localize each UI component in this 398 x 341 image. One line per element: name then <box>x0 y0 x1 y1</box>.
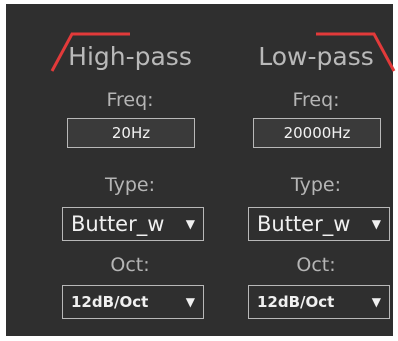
high-pass-section: High-pass Freq: 20Hz Type: Butter_w ▼ Oc… <box>50 4 210 336</box>
low-pass-title: Low-pass <box>258 42 374 71</box>
high-pass-type-value: Butter_w <box>71 212 165 236</box>
low-pass-type-select[interactable]: Butter_w ▼ <box>248 207 390 241</box>
chevron-down-icon[interactable]: ▼ <box>372 208 381 240</box>
high-pass-freq-label: Freq: <box>106 89 154 111</box>
chevron-down-icon[interactable]: ▼ <box>186 208 195 240</box>
low-pass-type-label: Type: <box>290 174 342 196</box>
low-pass-type-value: Butter_w <box>257 212 351 236</box>
low-pass-freq-input[interactable]: 20000Hz <box>253 118 381 148</box>
low-pass-oct-select[interactable]: 12dB/Oct ▼ <box>248 285 390 319</box>
high-pass-oct-value: 12dB/Oct <box>71 293 149 311</box>
high-pass-oct-select[interactable]: 12dB/Oct ▼ <box>62 285 204 319</box>
low-pass-oct-label: Oct: <box>296 254 336 276</box>
high-pass-type-select[interactable]: Butter_w ▼ <box>62 207 204 241</box>
chevron-down-icon[interactable]: ▼ <box>372 286 381 318</box>
high-pass-oct-label: Oct: <box>110 254 150 276</box>
high-pass-title: High-pass <box>68 42 192 71</box>
low-pass-section: Low-pass Freq: 20000Hz Type: Butter_w ▼ … <box>236 4 396 336</box>
high-pass-type-label: Type: <box>104 174 156 196</box>
chevron-down-icon[interactable]: ▼ <box>186 286 195 318</box>
filter-panel: High-pass Freq: 20Hz Type: Butter_w ▼ Oc… <box>6 4 396 336</box>
low-pass-freq-label: Freq: <box>292 89 340 111</box>
low-pass-oct-value: 12dB/Oct <box>257 293 335 311</box>
high-pass-freq-input[interactable]: 20Hz <box>67 118 195 148</box>
